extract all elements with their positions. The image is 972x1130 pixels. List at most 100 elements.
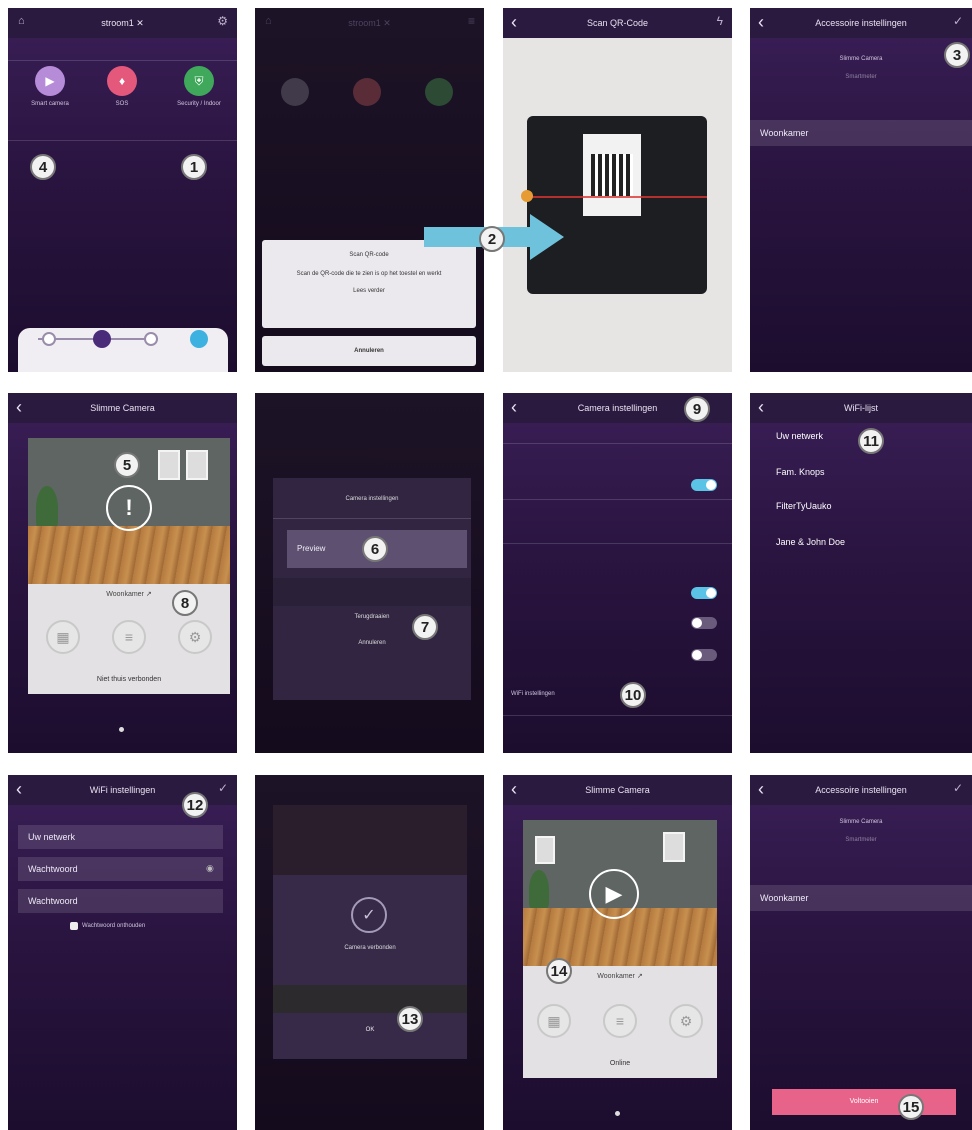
grid-button[interactable]: ▦ [46,620,80,654]
back-icon[interactable]: ‹ [758,397,764,417]
top-bar: ‹ Accessoire instellingen ✓ [750,775,972,805]
screen-wifi-settings: ‹ WiFi instellingen ✓ Uw netwerk Wachtwo… [8,775,237,1130]
settings-icon[interactable]: ⚙ [217,14,228,28]
step-badge-3: 3 [944,42,970,68]
scan-marker [521,190,533,202]
screen-camera-online: ‹ Slimme Camera ▶ Woonkamer ↗ ▦ ≡ ⚙ Onli… [503,775,732,1130]
screen-scan-dialog: ⌂ stroom1 ✕ ≡ Scan QR-code Scan de QR-co… [255,8,484,372]
bottom-panel [18,328,228,372]
password-confirm-field[interactable]: Wachtwoord [18,889,223,913]
confirm-icon[interactable]: ✓ [953,14,963,28]
wifi-item[interactable]: Uw netwerk [776,431,823,441]
remember-label: Wachtwoord onthouden [82,923,146,929]
step-badge-5: 5 [114,452,140,478]
screen-camera-options: Camera instellingen Preview Terugdraaien… [255,393,484,753]
status-text: Niet thuis verbonden [96,676,162,683]
eye-icon[interactable]: ◉ [206,863,214,874]
step-badge-6: 6 [362,536,388,562]
password-field[interactable]: Wachtwoord [18,857,223,881]
screen-title: Slimme Camera [585,785,650,795]
grid-button[interactable]: ▦ [537,1004,571,1038]
room-label[interactable]: Woonkamer ↗ [28,590,230,598]
arrow-head [530,214,564,260]
step-badge-7: 7 [412,614,438,640]
device-sub: Smartmeter [845,74,877,80]
dim-tile-1 [281,78,309,106]
screen-title: WiFi instellingen [89,785,156,795]
back-icon[interactable]: ‹ [758,12,764,32]
status-text: Online [609,1060,631,1067]
settings-button[interactable]: ⚙ [669,1004,703,1038]
dialog-title: Scan QR-code [349,252,389,258]
flash-icon[interactable]: ϟ [717,14,723,28]
remember-checkbox[interactable] [70,922,78,930]
toggle-flip[interactable] [691,617,717,629]
result-sheet: ✓ Camera verbonden OK [273,875,467,1059]
screen-title: WiFi-lijst [844,403,878,413]
step-badge-13: 13 [397,1006,423,1032]
settings-button[interactable]: ⚙ [178,620,212,654]
qr-sticker [583,134,641,216]
toggle-motion[interactable] [691,479,717,491]
wifi-settings-label: WiFi instellingen [511,691,555,697]
back-icon[interactable]: ‹ [511,779,517,799]
controls-panel: Woonkamer ↗ ▦ ≡ ⚙ Online [523,966,717,1078]
cancel-button[interactable]: Annuleren [262,336,476,366]
device-name: Slimme Camera [839,56,883,62]
wifi-item[interactable]: Jane & John Doe [776,537,845,547]
page-dot [615,1111,620,1116]
screen-title: Camera instellingen [577,403,658,413]
back-icon[interactable]: ‹ [16,779,22,799]
dim-tile-3 [425,78,453,106]
settings-icon: ≡ [467,14,475,28]
back-icon[interactable]: ‹ [511,12,517,32]
back-icon[interactable]: ‹ [16,397,22,417]
screen-title: Slimme Camera [90,403,155,413]
home-icon[interactable]: ⌂ [18,15,25,27]
menu-button[interactable]: ≡ [112,620,146,654]
confirm-icon[interactable]: ✓ [218,781,228,795]
step-badge-9: 9 [684,396,710,422]
option-annuleren[interactable]: Annuleren [273,640,471,646]
check-circle-icon: ✓ [351,897,387,933]
bell-icon: ♦ [107,66,137,96]
alert-icon[interactable]: ! [106,485,152,531]
tile-sos[interactable]: ♦ SOS [102,66,142,107]
toggle-night[interactable] [691,649,717,661]
wifi-item[interactable]: Fam. Knops [776,467,825,477]
network-field[interactable]: Uw netwerk [18,825,223,849]
qr-code-icon [591,154,633,196]
ok-button[interactable]: OK [273,1027,467,1033]
info-icon[interactable] [190,330,208,348]
back-icon[interactable]: ‹ [511,397,517,417]
top-bar: ‹ WiFi-lijst [750,393,972,423]
step-badge-12: 12 [182,792,208,818]
room-field[interactable]: Woonkamer [750,120,972,146]
tile-smart-camera[interactable]: ▶ Smart camera [30,66,70,107]
screen-camera-settings: ‹ Camera instellingen WiFi instellingen [503,393,732,753]
confirm-icon[interactable]: ✓ [953,781,963,795]
back-icon[interactable]: ‹ [758,779,764,799]
read-more-link[interactable]: Lees verder [262,288,476,294]
tile-security[interactable]: ⛨ Security / Indoor [174,66,224,107]
step-dot-2 [93,330,111,348]
step-badge-14: 14 [546,958,572,984]
menu-button[interactable]: ≡ [603,1004,637,1038]
top-bar: ‹ Accessoire instellingen ✓ [750,8,972,38]
room-field[interactable]: Woonkamer [750,885,972,911]
result-message: Camera verbonden [344,945,396,951]
save-button[interactable]: Voltooien [772,1089,956,1115]
top-bar: ‹ Slimme Camera [8,393,237,423]
top-bar: ‹ Slimme Camera [503,775,732,805]
camera-viewfinder [521,116,707,294]
screen-title: Accessoire instellingen [815,18,907,28]
step-dot-3 [144,332,158,346]
step-badge-15: 15 [898,1094,924,1120]
toggle-led[interactable] [691,587,717,599]
wifi-item[interactable]: FilterTyUauko [776,501,832,511]
play-icon[interactable]: ▶ [589,869,639,919]
option-terugdraaien[interactable]: Terugdraaien [273,614,471,620]
step-badge-10: 10 [620,682,646,708]
screen-title: stroom1 ✕ [348,17,391,28]
step-badge-1: 1 [181,154,207,180]
